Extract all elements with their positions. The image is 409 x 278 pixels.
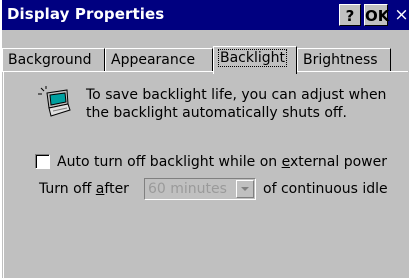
title-bar: Display Properties ? OK × <box>2 0 409 30</box>
tab-label: Brightness <box>303 52 378 68</box>
tab-label: Background <box>8 52 92 68</box>
tab-label: Appearance <box>111 52 196 68</box>
display-properties-window: Display Properties ? OK × Background App… <box>0 0 409 278</box>
turn-off-label: Turn off after <box>39 181 129 197</box>
laptop-sun-icon <box>38 86 71 117</box>
help-button[interactable]: ? <box>339 4 361 26</box>
window-title: Display Properties <box>7 5 165 23</box>
tab-label: Backlight <box>217 49 288 67</box>
auto-off-label[interactable]: Auto turn off backlight while on externa… <box>57 153 387 171</box>
tab-appearance[interactable]: Appearance <box>105 48 213 72</box>
auto-off-checkbox[interactable] <box>35 154 50 169</box>
backlight-description: To save backlight life, you can adjust w… <box>86 87 387 121</box>
close-button[interactable]: × <box>392 4 409 26</box>
tab-strip: Background Appearance Backlight Brightne… <box>2 30 409 74</box>
idle-time-select[interactable]: 60 minutes <box>144 178 256 200</box>
ok-button[interactable]: OK <box>364 4 389 26</box>
tab-background[interactable]: Background <box>2 48 105 72</box>
idle-time-value: 60 minutes <box>148 181 227 197</box>
tab-backlight[interactable]: Backlight <box>213 46 297 74</box>
chevron-down-icon[interactable] <box>236 180 254 198</box>
continuous-idle-label: of continuous idle <box>263 181 388 197</box>
tab-brightness[interactable]: Brightness <box>297 48 391 72</box>
